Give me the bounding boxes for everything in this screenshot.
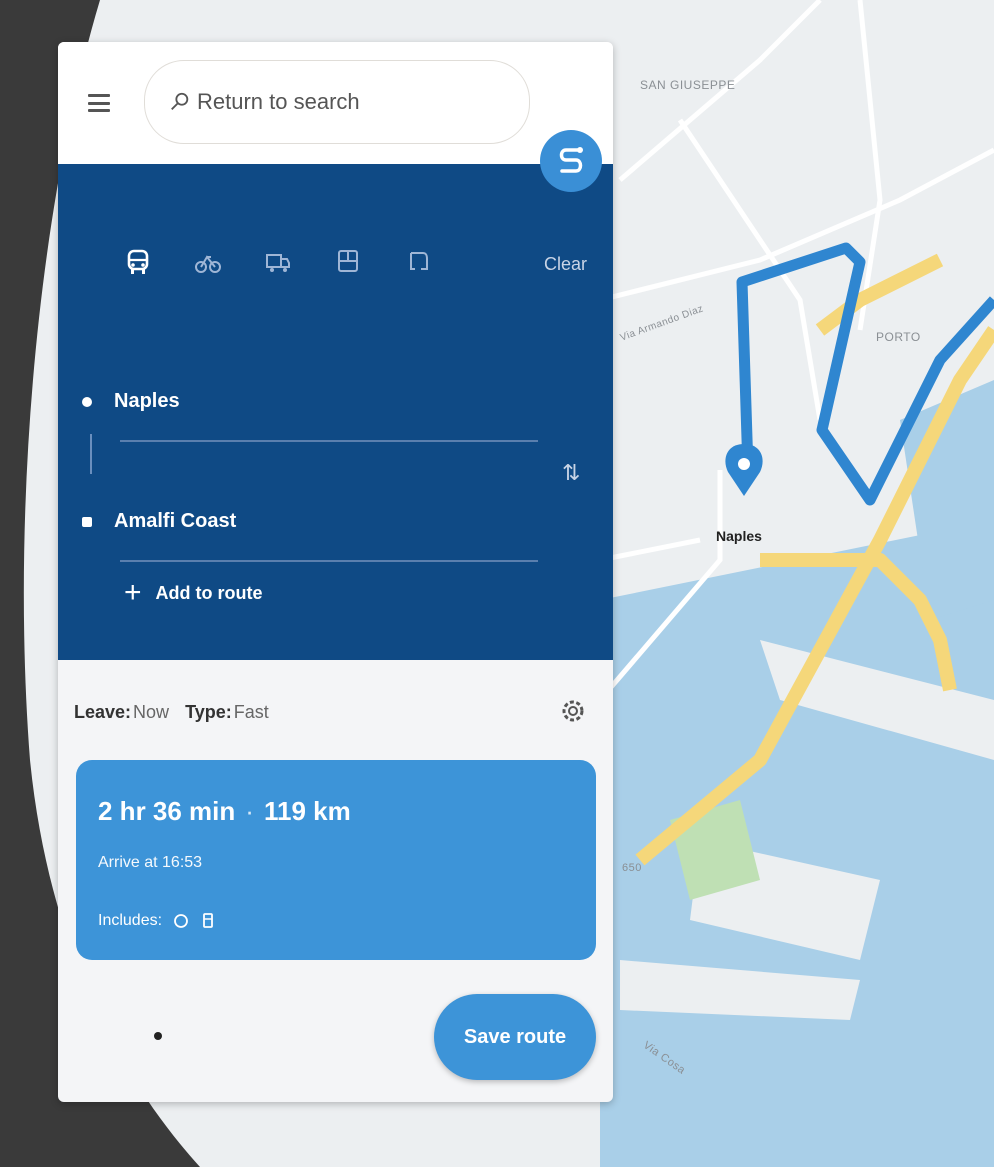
destination-underline bbox=[120, 560, 538, 562]
route-separator: · bbox=[245, 796, 254, 826]
map-label-san-giuseppe: SAN GIUSEPPE bbox=[640, 78, 736, 92]
transport-modes bbox=[118, 242, 438, 282]
waypoint-destination[interactable]: Amalfi Coast bbox=[82, 510, 236, 533]
mode-pedestrian[interactable] bbox=[398, 242, 438, 282]
destination-dot-icon bbox=[82, 516, 92, 527]
swap-icon[interactable]: ⇅ bbox=[562, 460, 580, 486]
mode-bicycle[interactable] bbox=[188, 242, 228, 282]
route-result-card[interactable]: 2 hr 36 min · 119 km Arrive at 16:53 Inclu… bbox=[76, 760, 596, 960]
type-label: Type: bbox=[185, 702, 232, 722]
route-includes: Includes: bbox=[98, 912, 218, 930]
search-placeholder: Return to search bbox=[197, 89, 360, 114]
gear-icon[interactable] bbox=[558, 696, 588, 726]
bicycle-icon bbox=[195, 255, 221, 273]
clock-icon bbox=[174, 914, 188, 928]
location-pin-icon[interactable] bbox=[725, 444, 763, 496]
bus-icon bbox=[338, 250, 358, 272]
arrival-time: Arrive at 16:53 bbox=[98, 854, 203, 871]
route-distance: 119 km bbox=[263, 796, 351, 826]
mode-truck[interactable] bbox=[258, 242, 298, 282]
mode-bus[interactable] bbox=[328, 242, 368, 282]
save-route-button[interactable]: Save route bbox=[434, 994, 596, 1080]
route-options[interactable]: Leave: Now Type: Fast bbox=[74, 702, 285, 723]
page-indicator-dot bbox=[154, 1032, 162, 1040]
route-icon bbox=[559, 147, 583, 173]
map-label-porto: PORTO bbox=[876, 330, 921, 344]
search-input[interactable]: Return to search bbox=[144, 60, 530, 144]
origin-dot-icon bbox=[82, 396, 92, 407]
search-icon bbox=[171, 92, 189, 110]
map-label-number: 650 bbox=[622, 862, 642, 874]
pedestrian-icon bbox=[410, 252, 428, 270]
route-fab-button[interactable] bbox=[540, 130, 602, 192]
panel-header: Return to search bbox=[58, 42, 613, 164]
leave-label: Leave: bbox=[74, 702, 132, 722]
car-icon bbox=[127, 249, 149, 274]
includes-label: Includes: bbox=[98, 912, 163, 929]
origin-underline bbox=[120, 440, 538, 442]
fuel-icon bbox=[203, 913, 213, 928]
waypoint-origin[interactable]: Naples bbox=[82, 390, 180, 413]
destination-label: Amalfi Coast bbox=[114, 510, 237, 532]
truck-icon bbox=[266, 254, 290, 272]
route-planner: Clear Naples ⇅ Amalfi Coast + Add to rou… bbox=[58, 164, 613, 660]
menu-icon[interactable] bbox=[88, 94, 110, 112]
leave-value[interactable]: Now bbox=[133, 702, 169, 723]
add-to-route-label: Add to route bbox=[155, 582, 263, 603]
mode-car[interactable] bbox=[118, 242, 158, 282]
route-duration: 2 hr 36 min bbox=[98, 796, 236, 826]
map-label-city: Naples bbox=[716, 528, 762, 544]
add-to-route-button[interactable]: + Add to route bbox=[124, 576, 263, 610]
clear-button[interactable]: Clear bbox=[544, 254, 587, 275]
route-panel: Return to search Clear Naples ⇅ Amalfi C… bbox=[58, 42, 613, 1102]
plus-icon: + bbox=[124, 576, 142, 609]
waypoint-connector bbox=[90, 434, 92, 474]
type-value[interactable]: Fast bbox=[234, 702, 269, 723]
origin-label: Naples bbox=[114, 390, 180, 412]
route-summary: 2 hr 36 min · 119 km bbox=[98, 796, 351, 827]
